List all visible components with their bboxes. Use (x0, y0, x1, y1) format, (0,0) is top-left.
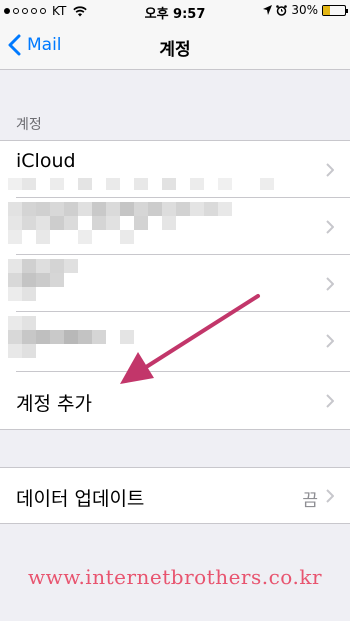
add-account-button[interactable]: 계정 추가 (0, 372, 350, 429)
status-right: 30% (263, 3, 348, 17)
account-row-icloud[interactable]: iCloud (0, 141, 350, 198)
accounts-section-header: 계정 (16, 117, 42, 133)
fetch-new-data-label: 데이터 업데이트 (16, 488, 145, 510)
account-row[interactable] (0, 198, 350, 255)
account-row[interactable] (0, 255, 350, 312)
chevron-right-icon (326, 220, 334, 234)
alarm-icon (276, 4, 288, 16)
account-label: iCloud (16, 150, 76, 172)
status-bar: KT 오후 9:57 30% (0, 0, 350, 22)
navigation-bar: Mail 계정 (0, 22, 350, 70)
page-title: 계정 (159, 40, 191, 60)
location-icon (263, 5, 273, 15)
add-account-label: 계정 추가 (16, 393, 92, 415)
battery-percent: 30% (291, 3, 318, 17)
chevron-right-icon (326, 394, 334, 408)
fetch-data-group: 데이터 업데이트 끔 (0, 467, 350, 524)
accounts-group: iCloud 계정 추가 (0, 140, 350, 430)
account-row[interactable] (0, 312, 350, 369)
chevron-right-icon (326, 334, 334, 348)
chevron-right-icon (326, 277, 334, 291)
chevron-right-icon (326, 489, 334, 503)
battery-icon (322, 4, 348, 16)
battery-fill (323, 5, 330, 15)
fetch-new-data-value: 끔 (302, 491, 318, 511)
fetch-new-data-row[interactable]: 데이터 업데이트 끔 (0, 468, 350, 525)
chevron-right-icon (326, 163, 334, 177)
watermark: www.internetbrothers.co.kr (27, 565, 323, 589)
